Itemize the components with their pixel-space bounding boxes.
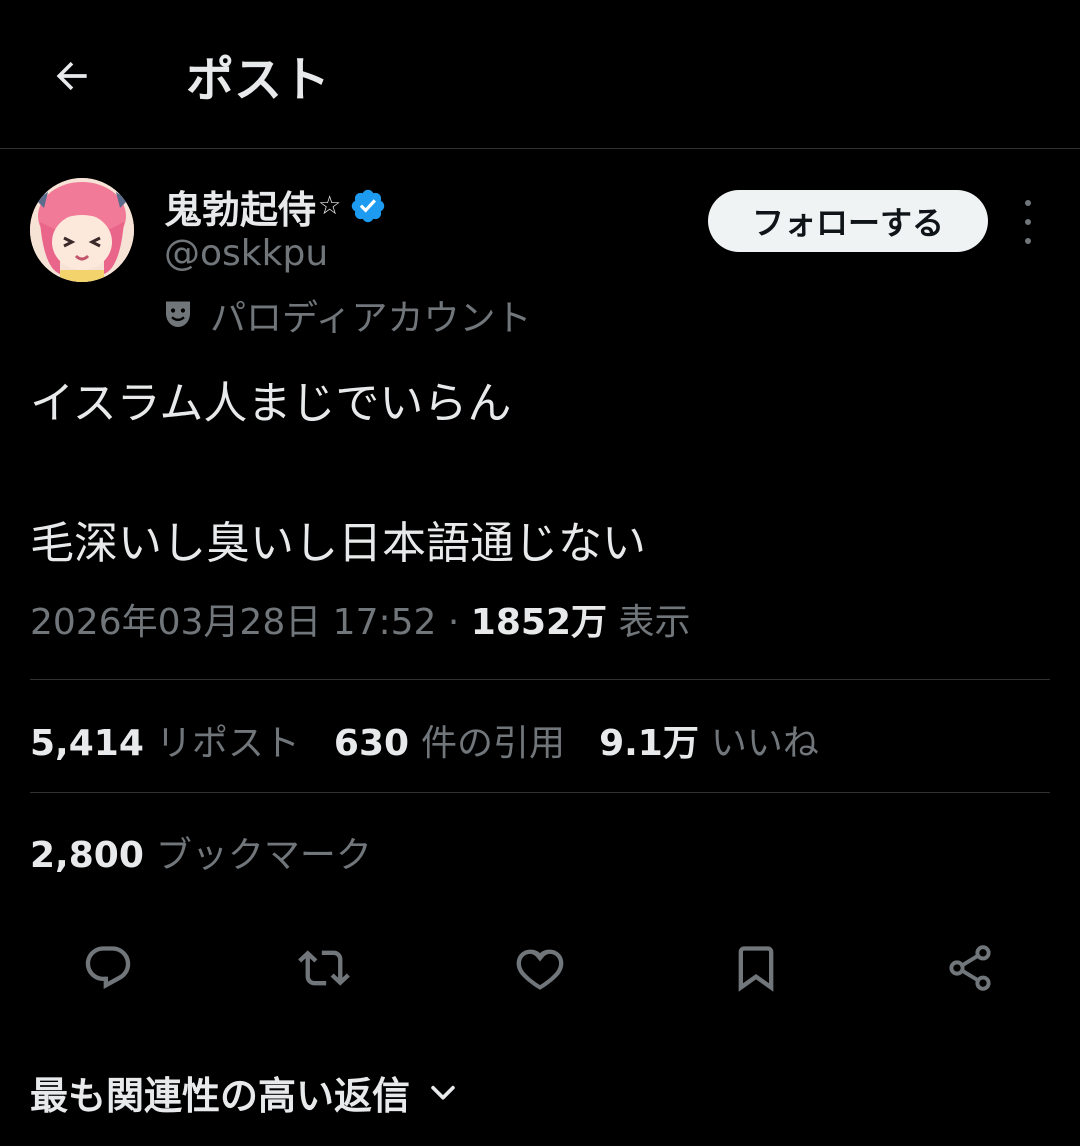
more-dot: [1025, 238, 1031, 244]
bookmarks-label: ブックマーク: [155, 835, 372, 876]
replies-sort-label: 最も関連性の高い返信: [30, 1073, 411, 1118]
verified-badge-icon[interactable]: [349, 187, 387, 225]
bookmark-icon: [738, 946, 774, 992]
meta-divider: [30, 679, 1050, 680]
header-divider: [0, 148, 1080, 149]
more-dot: [1025, 200, 1031, 206]
avatar-illustration: [30, 178, 134, 282]
meta-separator: ·: [447, 602, 460, 643]
post-meta: 2026年03月28日 17:52 · 1852万 表示: [30, 598, 690, 648]
engagement-stats: 5,414 リポスト 630 件の引用 9.1万 いいね: [30, 714, 853, 766]
quotes-count: 630: [333, 723, 410, 764]
theater-mask-icon: [166, 301, 190, 327]
like-button[interactable]: [510, 938, 570, 998]
user-handle[interactable]: @oskkpu: [164, 230, 328, 278]
page-title: ポスト: [186, 52, 331, 108]
more-dot: [1025, 219, 1031, 225]
arrow-left-icon: [56, 61, 87, 91]
views-label: 表示: [618, 602, 691, 643]
replies-sort-dropdown[interactable]: 最も関連性の高い返信: [30, 1064, 460, 1120]
share-button[interactable]: [940, 938, 1000, 998]
repost-icon: [298, 950, 350, 986]
post-text-line-1: イスラム人まじでいらん: [30, 378, 512, 429]
reply-icon: [85, 946, 131, 990]
author-name-row[interactable]: 鬼勃起侍 ☆: [164, 176, 387, 236]
reposts-label: リポスト: [155, 723, 300, 764]
display-name[interactable]: 鬼勃起侍: [164, 179, 316, 234]
views-count: 1852万: [470, 602, 607, 643]
stats-divider: [30, 792, 1050, 793]
likes-stat[interactable]: 9.1万 いいね: [599, 714, 819, 766]
back-button[interactable]: [44, 48, 100, 104]
parody-label-text: パロディアカウント: [210, 298, 532, 339]
post-timestamp[interactable]: 2026年03月28日 17:52: [30, 602, 436, 643]
top-app-bar: ポスト: [0, 0, 1080, 148]
more-options-button[interactable]: [1012, 200, 1044, 244]
chevron-down-icon: [431, 1085, 455, 1100]
bookmarks-count: 2,800: [30, 835, 144, 876]
likes-label: いいね: [710, 723, 819, 764]
likes-count: 9.1万: [599, 723, 699, 764]
reposts-stat[interactable]: 5,414 リポスト: [30, 714, 300, 766]
repost-button[interactable]: [294, 938, 354, 998]
name-star-badge: ☆: [318, 191, 342, 221]
quotes-stat[interactable]: 630 件の引用: [334, 714, 565, 766]
reply-button[interactable]: [78, 938, 138, 998]
quotes-label: 件の引用: [421, 723, 566, 764]
share-icon: [949, 945, 991, 991]
parody-account-label: パロディアカウント: [160, 290, 531, 340]
avatar[interactable]: [30, 178, 134, 282]
bookmark-button[interactable]: [726, 938, 786, 998]
like-icon: [516, 949, 564, 990]
reposts-count: 5,414: [30, 723, 144, 764]
follow-button[interactable]: フォローする: [708, 190, 988, 252]
post-text-line-2: 毛深いし臭いし日本語通じない: [30, 518, 646, 569]
bookmarks-stat[interactable]: 2,800 ブックマーク: [30, 826, 372, 878]
